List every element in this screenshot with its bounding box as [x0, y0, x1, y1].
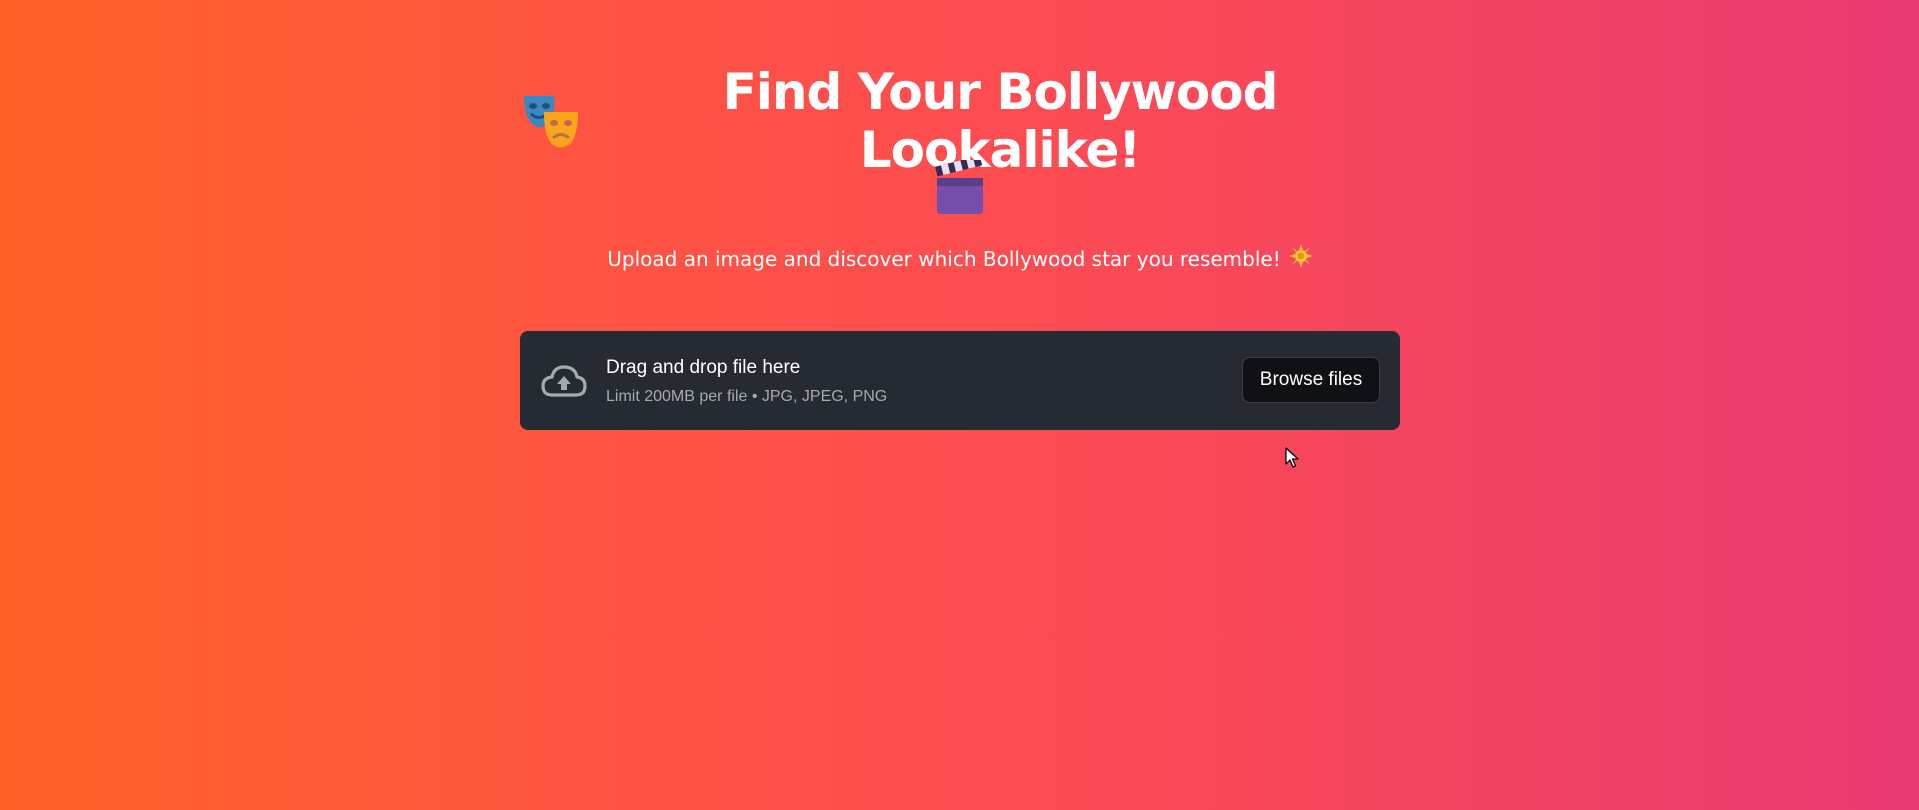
cloud-upload-icon: [540, 359, 588, 403]
sun-icon: [1288, 244, 1313, 273]
app-root: Find Your Bollywood Lookalike! Upload an…: [0, 0, 1919, 810]
dropzone-instructions: Drag and drop file here Limit 200MB per …: [606, 357, 887, 406]
mouse-pointer-icon: [1285, 447, 1299, 469]
clapper-board-icon: [935, 155, 985, 221]
subtitle-text: Upload an image and discover which Bolly…: [607, 246, 1281, 271]
page-subtitle: Upload an image and discover which Bolly…: [520, 244, 1400, 273]
browse-files-button[interactable]: Browse files: [1242, 357, 1380, 403]
performing-arts-masks-icon: [520, 90, 582, 152]
file-uploader-dropzone[interactable]: Drag and drop file here Limit 200MB per …: [520, 331, 1400, 430]
dropzone-title: Drag and drop file here: [606, 357, 801, 378]
page-header: Find Your Bollywood Lookalike!: [520, 63, 1400, 222]
title-line: Find Your Bollywood Lookalike!: [520, 63, 1400, 179]
page-title: Find Your Bollywood Lookalike!: [722, 63, 1279, 179]
dropzone-file-limit: Limit 200MB per file • JPG, JPEG, PNG: [606, 388, 888, 405]
